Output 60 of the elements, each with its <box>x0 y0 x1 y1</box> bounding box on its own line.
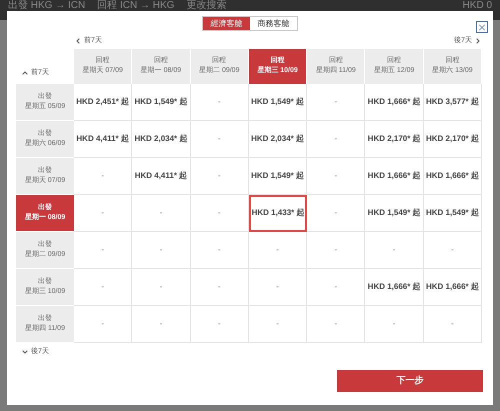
fare-cell[interactable]: - <box>307 194 366 232</box>
fare-cell[interactable]: HKD 1,549* 起 <box>248 84 308 120</box>
fare-cell[interactable]: - <box>307 84 366 120</box>
fare-cell[interactable]: - <box>190 84 249 120</box>
fare-cell[interactable]: HKD 1,433* 起 <box>248 194 308 232</box>
fare-cell[interactable]: - <box>424 232 482 268</box>
fare-cell[interactable]: - <box>132 194 191 232</box>
fare-cell[interactable]: - <box>74 158 132 194</box>
fare-cell[interactable]: HKD 1,666* 起 <box>424 158 482 194</box>
chevron-down-icon <box>21 348 29 356</box>
total-price: HKD 0 <box>462 0 492 11</box>
fare-cell[interactable]: - <box>132 306 191 342</box>
fare-cell[interactable]: - <box>190 120 249 158</box>
fare-cell[interactable]: HKD 1,666* 起 <box>424 268 482 306</box>
fare-cell[interactable]: HKD 1,666* 起 <box>365 158 424 194</box>
fare-cell[interactable]: HKD 1,549* 起 <box>424 194 482 232</box>
fare-cell[interactable]: - <box>248 306 308 342</box>
fare-cell[interactable]: - <box>307 306 366 342</box>
fare-cell[interactable]: - <box>248 268 308 306</box>
fare-cell[interactable]: - <box>190 232 249 268</box>
fare-cell[interactable]: HKD 1,666* 起 <box>365 268 424 306</box>
fare-cell[interactable]: - <box>132 268 191 306</box>
chevron-right-icon <box>474 37 482 46</box>
fare-cell[interactable]: HKD 1,549* 起 <box>132 84 191 120</box>
fare-cell[interactable]: - <box>307 158 366 194</box>
chevron-left-icon <box>74 37 82 46</box>
fare-cell[interactable]: - <box>365 232 424 268</box>
outbound-route: 出發 HKG → ICN <box>8 0 86 11</box>
fare-cell[interactable]: - <box>307 120 366 158</box>
chevron-up-icon <box>21 69 29 78</box>
next-step-button[interactable]: 下一步 <box>337 370 483 392</box>
fare-cell[interactable]: - <box>132 232 191 268</box>
close-icon[interactable] <box>476 21 488 33</box>
fare-cell[interactable]: - <box>307 268 366 306</box>
fare-cell[interactable]: - <box>307 232 366 268</box>
fare-cell[interactable]: HKD 1,549* 起 <box>248 158 308 194</box>
fare-cell[interactable]: HKD 2,170* 起 <box>365 120 424 158</box>
fare-cell[interactable]: HKD 1,549* 起 <box>365 194 424 232</box>
fare-cell[interactable]: - <box>424 306 482 342</box>
fare-cell[interactable]: - <box>365 306 424 342</box>
return-route: 回程 ICN → HKG <box>97 0 174 11</box>
fare-cell[interactable]: - <box>74 306 132 342</box>
fare-cell[interactable]: HKD 3,577* 起 <box>424 84 482 120</box>
fare-cell[interactable]: HKD 2,034* 起 <box>248 120 308 158</box>
fare-cell[interactable]: HKD 2,451* 起 <box>74 84 132 120</box>
fare-cell[interactable]: - <box>190 306 249 342</box>
fare-cell[interactable]: HKD 4,411* 起 <box>74 120 132 158</box>
fare-cell[interactable]: HKD 4,411* 起 <box>132 158 191 194</box>
fare-cell[interactable]: HKD 2,034* 起 <box>132 120 191 158</box>
fare-cell[interactable]: - <box>74 268 132 306</box>
change-search-link[interactable]: 更改搜索 <box>186 0 226 11</box>
fare-cell[interactable]: HKD 2,170* 起 <box>424 120 482 158</box>
fare-cell[interactable]: - <box>190 268 249 306</box>
fare-cell[interactable]: - <box>190 194 249 232</box>
cabin-tab[interactable]: 經濟客艙 <box>203 17 250 30</box>
fare-cell[interactable]: HKD 1,666* 起 <box>365 84 424 120</box>
fare-cell[interactable]: - <box>74 232 132 268</box>
fare-cell[interactable]: - <box>74 194 132 232</box>
fare-cell[interactable]: - <box>190 158 249 194</box>
fare-cell[interactable]: - <box>248 232 308 268</box>
